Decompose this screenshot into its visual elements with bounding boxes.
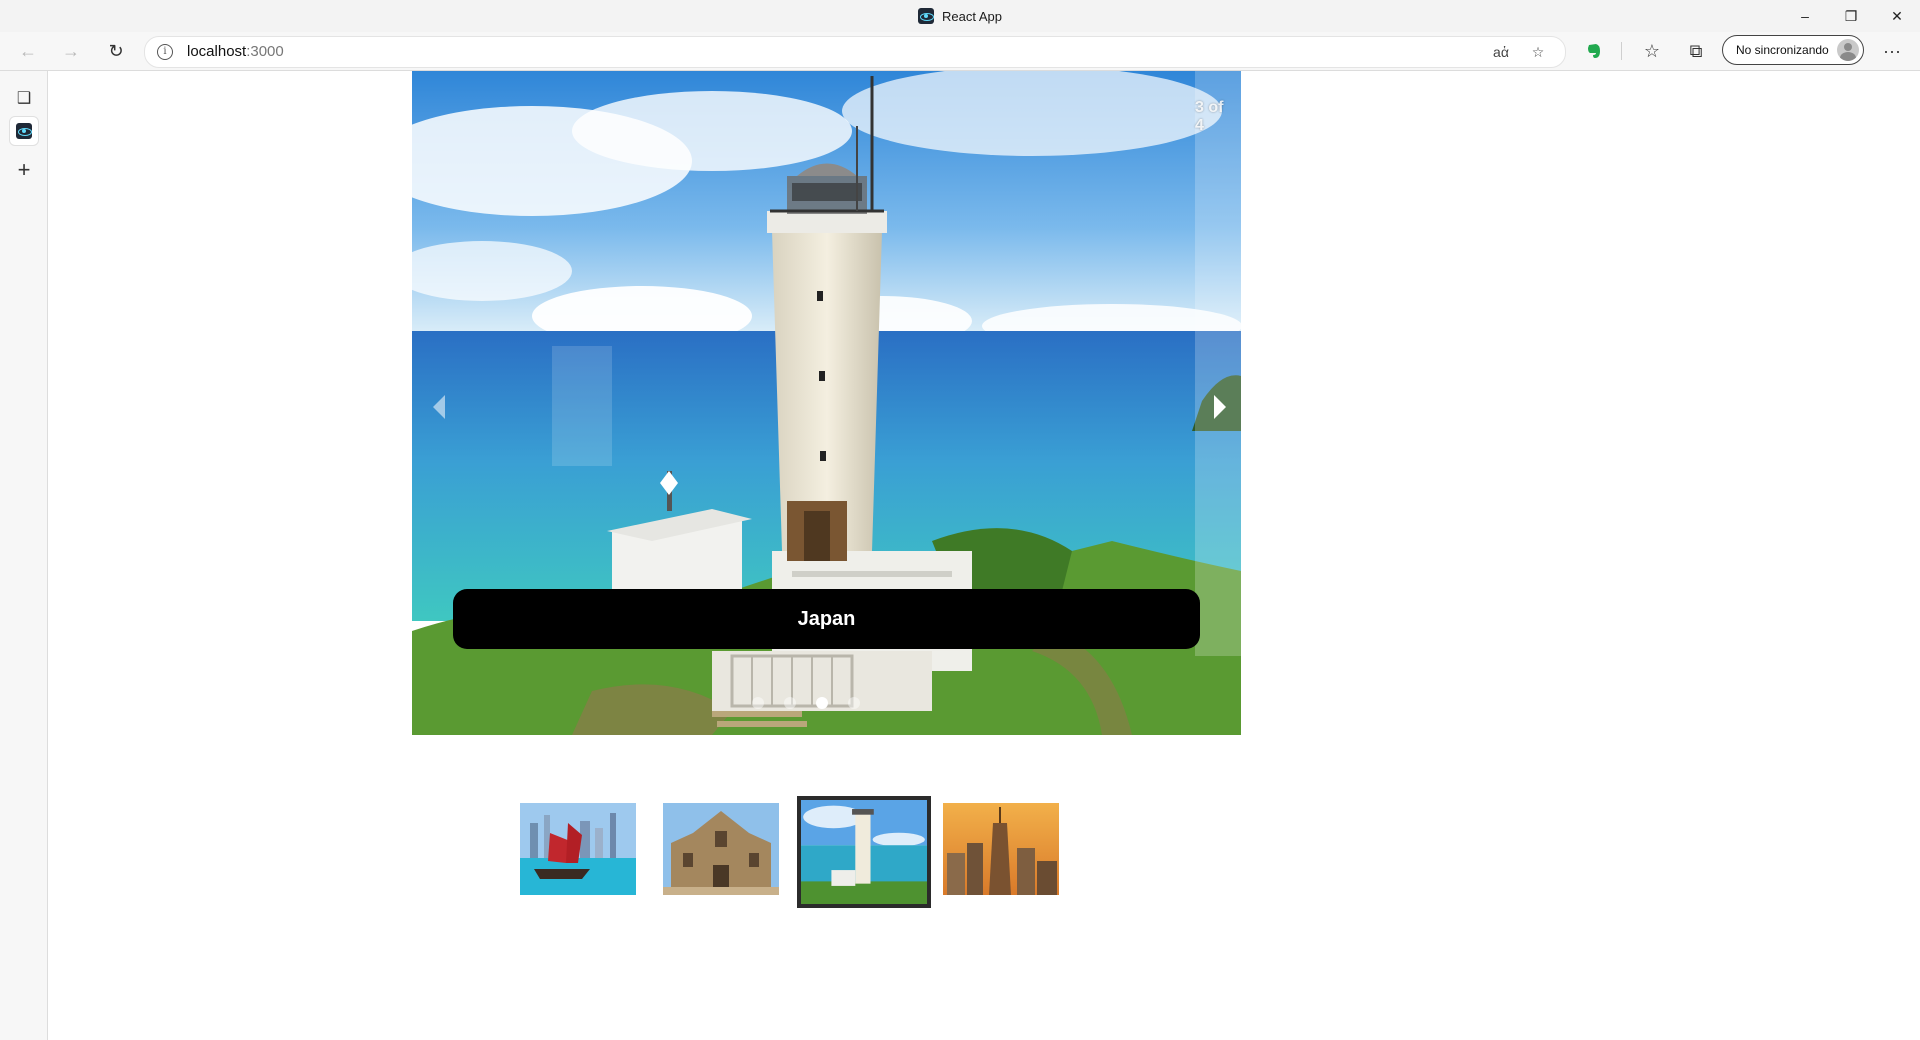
collections-button[interactable]: ⧉ bbox=[1680, 36, 1712, 66]
address-bar[interactable]: i localhost:3000 aἁ ☆ bbox=[144, 36, 1566, 68]
slide-counter-panel: 3 of 4 bbox=[1195, 71, 1241, 656]
new-tab-button[interactable]: + bbox=[9, 155, 39, 185]
thumbnail-lighthouse[interactable] bbox=[797, 796, 931, 908]
react-app-tab[interactable] bbox=[9, 116, 39, 146]
url-text[interactable]: localhost:3000 bbox=[187, 43, 284, 60]
prev-slide-button[interactable] bbox=[426, 387, 452, 427]
profile-sync-button[interactable]: No sincronizando bbox=[1722, 35, 1864, 65]
thumbnail-church-ruins[interactable] bbox=[663, 803, 779, 895]
thumbnail-strip bbox=[520, 796, 1068, 908]
back-button[interactable]: ← bbox=[12, 36, 44, 66]
avatar bbox=[1837, 39, 1859, 61]
forward-button[interactable]: → bbox=[55, 36, 87, 66]
chevron-right-icon bbox=[1214, 395, 1226, 419]
site-info-icon[interactable]: i bbox=[157, 44, 173, 60]
more-icon: ··· bbox=[1883, 40, 1901, 61]
minimize-icon[interactable]: – bbox=[1782, 0, 1828, 32]
slide-caption-text: Japan bbox=[797, 607, 856, 630]
window-controls: – ❐ ✕ bbox=[1782, 0, 1920, 32]
evernote-icon bbox=[1588, 44, 1600, 58]
add-favorite-icon[interactable]: ☆ bbox=[1526, 41, 1550, 63]
slide-caption: Japan bbox=[453, 589, 1200, 649]
lighthouse-thumbnail-image bbox=[801, 800, 927, 904]
favorites-button[interactable]: ☆ bbox=[1636, 36, 1668, 66]
window-title: React App bbox=[918, 8, 1002, 24]
tab-actions-icon: ❑ bbox=[16, 90, 32, 107]
vertical-tabs-rail: ❑ + bbox=[0, 71, 48, 1040]
restore-icon[interactable]: ❐ bbox=[1828, 0, 1874, 32]
read-aloud-icon[interactable]: aἁ bbox=[1489, 41, 1513, 63]
favorites-icon: ☆ bbox=[1643, 40, 1661, 61]
toolbar-divider bbox=[1621, 42, 1622, 60]
react-favicon-icon bbox=[918, 8, 934, 24]
thumbnail-city-skyline[interactable] bbox=[943, 803, 1059, 895]
next-slide-button[interactable] bbox=[1207, 387, 1233, 427]
sync-status-label: No sincronizando bbox=[1736, 43, 1829, 57]
slide-dot-2[interactable] bbox=[784, 697, 796, 709]
city-skyline-thumbnail-image bbox=[943, 803, 1059, 895]
harbor-junk-boat-thumbnail-image bbox=[520, 803, 636, 895]
arrow-left-icon: ← bbox=[19, 40, 37, 61]
refresh-icon: ↻ bbox=[108, 40, 124, 61]
arrow-right-icon: → bbox=[62, 40, 80, 61]
slide-indicators bbox=[752, 697, 860, 709]
church-ruins-thumbnail-image bbox=[663, 803, 779, 895]
new-tab-icon: + bbox=[17, 157, 31, 182]
tab-actions-button[interactable]: ❑ bbox=[9, 83, 39, 113]
collections-icon: ⧉ bbox=[1689, 40, 1703, 61]
react-app-tab-icon bbox=[16, 123, 32, 139]
close-icon[interactable]: ✕ bbox=[1874, 0, 1920, 32]
image-carousel: 3 of 4 Japan bbox=[412, 71, 1241, 735]
slide-counter: 3 of 4 bbox=[1195, 99, 1224, 134]
slide-dot-4[interactable] bbox=[848, 697, 860, 709]
refresh-button[interactable]: ↻ bbox=[100, 36, 132, 66]
window-title-bar: React App – ❐ ✕ bbox=[0, 0, 1920, 32]
slide-dot-1[interactable] bbox=[752, 697, 764, 709]
thumbnail-harbor[interactable] bbox=[520, 803, 636, 895]
more-menu-button[interactable]: ··· bbox=[1876, 36, 1908, 66]
browser-toolbar: ← → ↻ i localhost:3000 aἁ ☆ ☆ ⧉ No sincr… bbox=[0, 32, 1920, 71]
chevron-left-icon bbox=[433, 395, 445, 419]
evernote-extension-button[interactable] bbox=[1578, 36, 1610, 66]
window-title-text: React App bbox=[942, 8, 1002, 24]
slide-dot-3[interactable] bbox=[816, 697, 828, 709]
